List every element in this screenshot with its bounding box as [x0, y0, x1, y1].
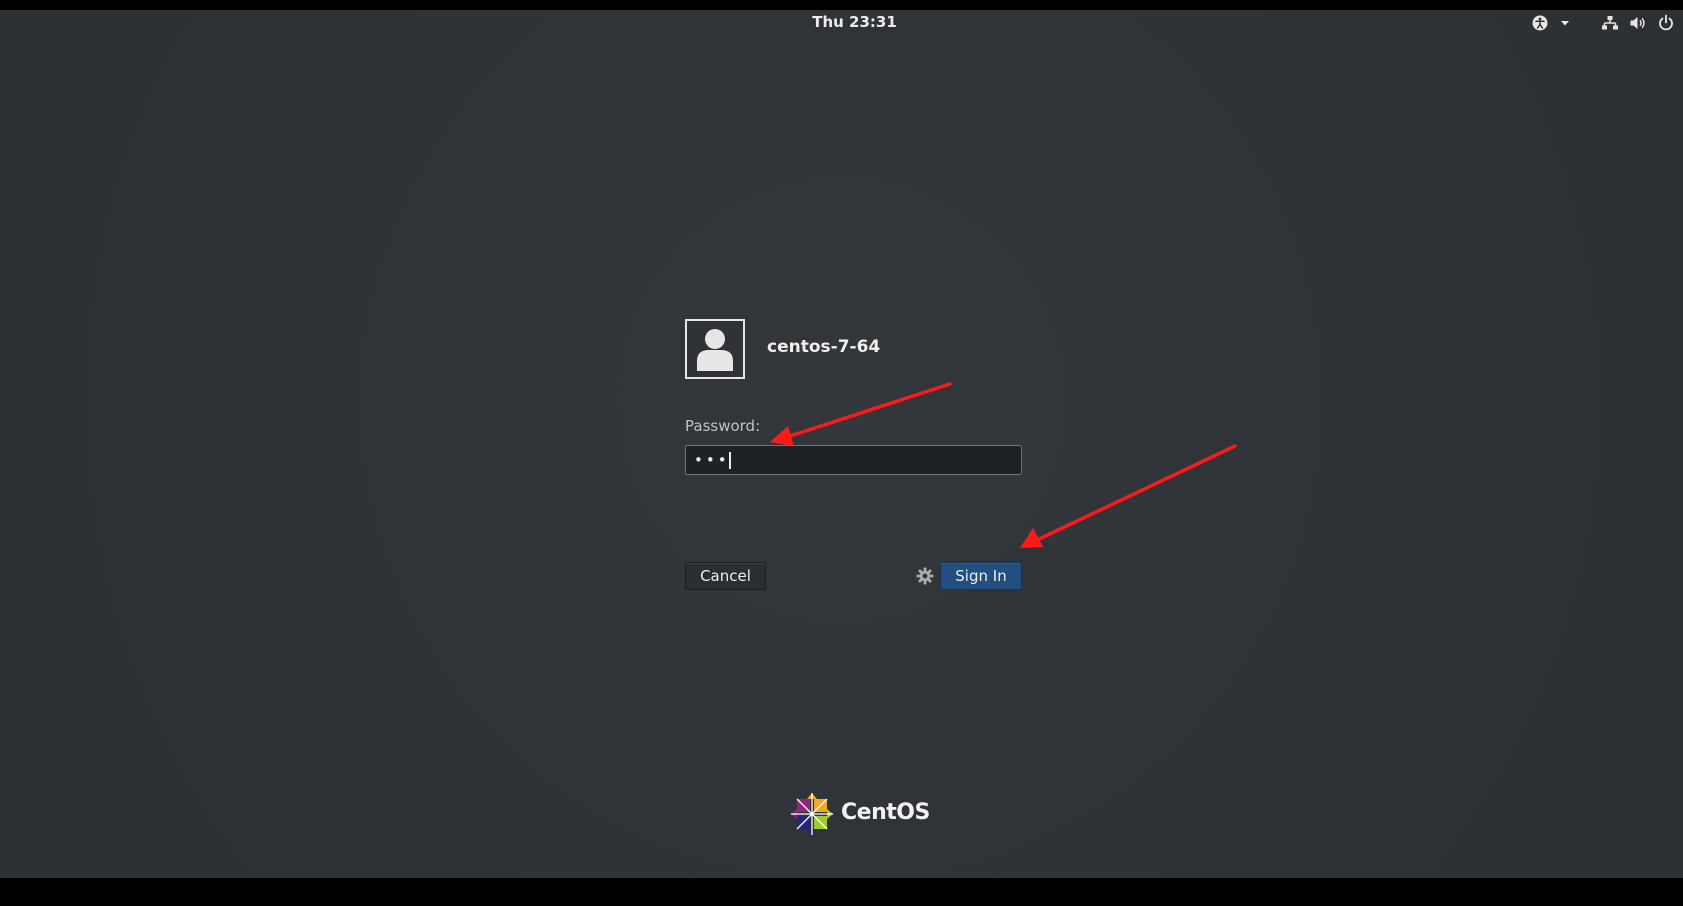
password-masked-value: •••	[694, 451, 730, 469]
user-avatar-icon	[685, 319, 745, 379]
sign-in-button[interactable]: Sign In	[940, 562, 1022, 590]
power-icon[interactable]	[1657, 13, 1675, 33]
login-screen-background: Thu 23:31 centos-7-64 Password: ••• Canc…	[0, 10, 1683, 878]
accessibility-icon[interactable]	[1531, 13, 1549, 33]
clock[interactable]: Thu 23:31	[0, 13, 1683, 31]
screen: Thu 23:31 centos-7-64 Password: ••• Canc…	[0, 0, 1683, 906]
password-field[interactable]: •••	[685, 445, 1022, 475]
volume-icon[interactable]	[1629, 13, 1647, 33]
username-label: centos-7-64	[767, 337, 881, 357]
dropdown-arrow-icon[interactable]	[1559, 14, 1571, 34]
network-wired-icon[interactable]	[1601, 13, 1619, 33]
clock-label: Thu 23:31	[812, 13, 897, 31]
text-caret	[728, 452, 731, 469]
user-entry: centos-7-64	[685, 319, 1022, 383]
centos-logo-icon	[790, 792, 834, 840]
top-bar: Thu 23:31	[0, 10, 1683, 36]
centos-wordmark: CentOS	[841, 800, 930, 825]
password-label: Password:	[685, 417, 761, 435]
gear-icon[interactable]	[916, 567, 934, 585]
cancel-button[interactable]: Cancel	[685, 562, 766, 590]
